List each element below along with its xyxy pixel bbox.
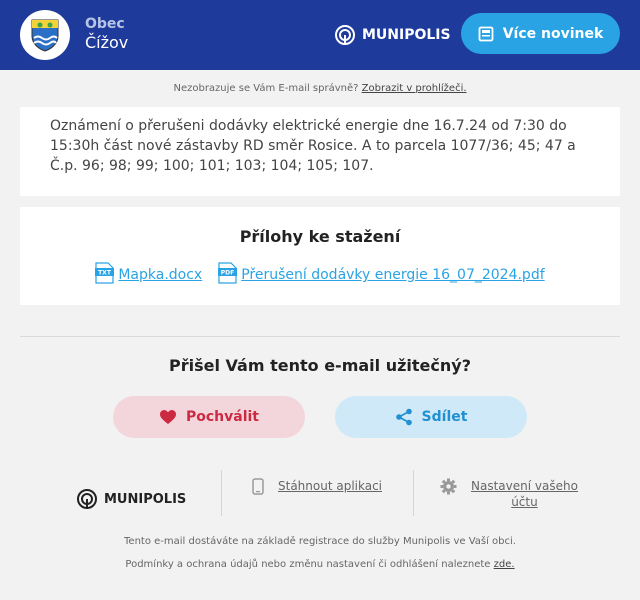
phone-icon [252,478,264,495]
browser-view-notice: Nezobrazuje se Vám E-mail správně? Zobra… [0,82,640,96]
footer-brand-text: MUNIPOLIS [104,491,187,507]
pdf-file-icon: PDF [218,262,238,284]
account-settings-label: Nastavení vašeho účtu [471,478,578,510]
download-app-label: Stáhnout aplikaci [278,479,383,493]
account-settings-line-1: Nastavení vašeho [471,479,578,493]
account-settings-link[interactable]: Nastavení vašeho účtu [440,478,578,524]
like-label: Pochválit [185,409,259,425]
message-line-1: Oznámení o přerušeni dodávky elektrické … [50,118,567,134]
header-bar: Obec Čížov MUNIPOLIS Více novinek [0,0,640,70]
footer-brand-logo[interactable]: MUNIPOLIS [76,476,186,522]
share-icon [395,408,412,426]
footer-links: MUNIPOLIS Stáhnout aplikaci Nastavení va… [20,470,620,516]
notice-text: Nezobrazuje se Vám E-mail správně? [173,83,359,94]
municipality-title: Obec Čížov [85,16,128,53]
txt-badge: TXT [98,270,112,277]
munipolis-logo-icon [335,25,355,45]
attachments-title: Přílohy ke stažení [239,227,401,246]
footer-separator [221,470,222,516]
attachments-card: Přílohy ke stažení TXT Mapka.docx PDF Př… [20,207,620,305]
municipality-type: Obec [85,16,125,32]
gear-icon [440,478,457,495]
footer-info-text: Tento e-mail dostáváte na základě regist… [124,536,516,547]
attachments-list: TXT Mapka.docx PDF Přerušení dodávky ene… [20,262,620,284]
like-button[interactable]: Pochválit [113,396,305,438]
heart-icon [159,410,176,424]
footer-terms-link[interactable]: zde. [494,559,515,570]
attachment-link-pdf[interactable]: Přerušení dodávky energie 16_07_2024.pdf [241,266,544,284]
share-button[interactable]: Sdílet [335,396,527,438]
message-card: Oznámení o přerušeni dodávky elektrické … [20,107,620,196]
download-app-link[interactable]: Stáhnout aplikaci [252,478,382,524]
message-line-3: Č.p. 96; 98; 99; 100; 101; 103; 104; 105… [50,158,374,174]
more-news-button[interactable]: Více novinek [461,13,620,54]
header-brand-text: MUNIPOLIS [362,27,451,43]
view-in-browser-link[interactable]: Zobrazit v prohlížeči. [362,83,467,94]
feedback-question: Přišel Vám tento e-mail užitečný? [169,356,471,375]
attachment-item[interactable]: PDF Přerušení dodávky energie 16_07_2024… [218,262,545,284]
munipolis-logo-icon [77,489,97,509]
share-label: Sdílet [421,409,468,425]
txt-file-icon: TXT [95,262,115,284]
footer-terms-text: Podmínky a ochrana údajů nebo změnu nast… [125,559,491,570]
footer-separator [413,470,414,516]
municipality-crest-icon[interactable] [20,10,70,60]
message-line-2: 15:30h část nové zástavby RD směr Rosice… [50,138,576,154]
footer-terms: Podmínky a ochrana údajů nebo změnu nast… [0,559,640,570]
attachment-link-mapka[interactable]: Mapka.docx [118,266,202,284]
pdf-badge: PDF [221,270,234,277]
attachment-item[interactable]: TXT Mapka.docx [95,262,202,284]
header-brand-logo[interactable]: MUNIPOLIS [334,24,451,46]
section-divider [20,336,620,337]
more-news-label: Více novinek [502,25,604,42]
municipality-name: Čížov [85,33,129,52]
account-settings-line-2: účtu [511,495,538,509]
news-icon [478,26,494,41]
message-body: Oznámení o přerušeni dodávky elektrické … [20,107,620,176]
